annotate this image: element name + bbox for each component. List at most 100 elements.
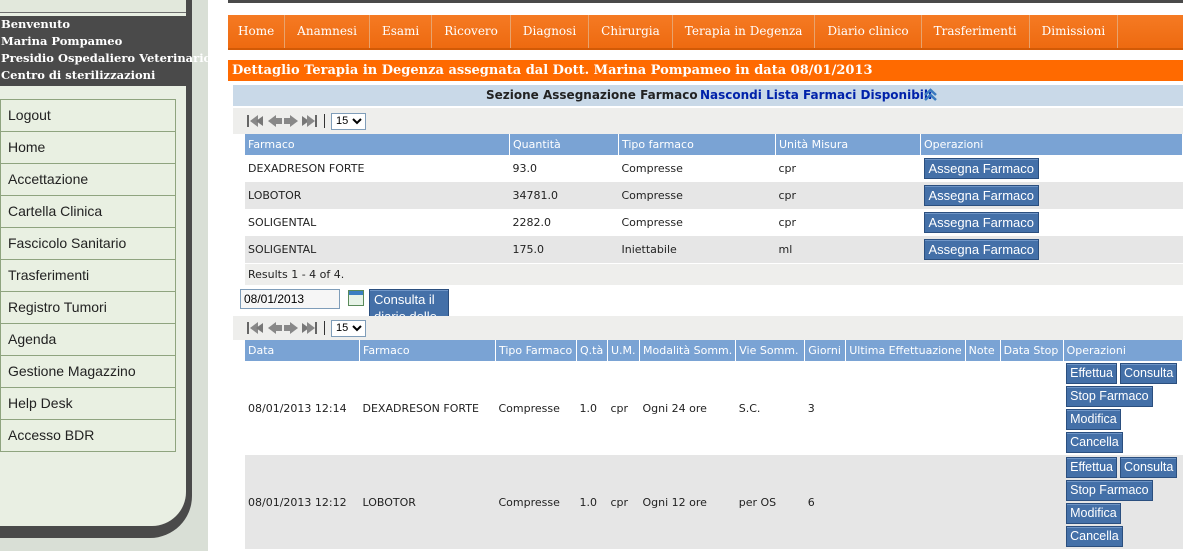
menu-item-trasferimenti[interactable]: Trasferimenti (0, 260, 176, 292)
cell-stop (1000, 361, 1063, 455)
cell-tipo: Compresse (495, 455, 577, 549)
pager-nav-icon[interactable] (246, 113, 318, 129)
welcome-block: Benvenuto Marina Pompameo Presidio Osped… (0, 16, 211, 84)
operations-group: Effettua Consulta Stop Farmaco Modifica … (1066, 455, 1179, 549)
page-size-select[interactable]: 15 (331, 112, 366, 130)
tab-esami[interactable]: Esami (370, 15, 433, 48)
cell-data: 08/01/2013 12:14 (248, 401, 347, 415)
menu-item-fascicolo-sanitario[interactable]: Fascicolo Sanitario (0, 228, 176, 260)
cell-quantita: 93.0 (512, 162, 538, 175)
cell-quantita: 34781.0 (509, 182, 619, 209)
sidebar-menu: Logout Home Accettazione Cartella Clinic… (0, 99, 176, 452)
col-data: Data (245, 340, 360, 361)
tab-ricovero[interactable]: Ricovero (432, 15, 511, 48)
modifica-button[interactable]: Modifica (1066, 503, 1121, 524)
cell-giorni: 6 (804, 455, 846, 549)
pager-farmaci: 15 (246, 111, 366, 131)
sidebar-top-pad (0, 0, 186, 13)
date-field[interactable] (240, 289, 340, 309)
welcome-line: Benvenuto (1, 17, 71, 31)
modifica-button[interactable]: Modifica (1066, 409, 1121, 430)
cancella-button[interactable]: Cancella (1066, 432, 1123, 453)
col-quantita: Quantità (509, 134, 619, 155)
stop-drug-button[interactable]: Stop Farmaco (1066, 480, 1153, 501)
col-operazioni: Operazioni (1063, 340, 1183, 361)
cell-tipo: Compresse (618, 182, 776, 209)
col-unita-misura: Unità Misura (775, 134, 921, 155)
table-row: 08/01/2013 12:14 DEXADRESON FORTE Compre… (245, 361, 1183, 455)
cell-note (965, 361, 1000, 455)
assign-drug-button[interactable]: Assegna Farmaco (923, 239, 1039, 260)
tab-terapia-in-degenza[interactable]: Terapia in Degenza (673, 15, 816, 48)
menu-item-registro-tumori[interactable]: Registro Tumori (0, 292, 176, 324)
menu-item-agenda[interactable]: Agenda (0, 324, 176, 356)
cell-farmaco: DEXADRESON FORTE (248, 162, 365, 175)
cell-tipo: Compresse (498, 401, 560, 415)
col-modalita: Modalità Somm. (639, 340, 737, 361)
cell-farmaco: SOLIGENTAL (245, 236, 510, 263)
col-tipo-farmaco: Tipo Farmaco (495, 340, 577, 361)
assign-drug-button[interactable]: Assegna Farmaco (923, 158, 1039, 179)
page-size-select[interactable]: 15 (331, 319, 366, 337)
cell-qta: 1.0 (576, 455, 608, 549)
calendar-icon[interactable] (348, 290, 364, 306)
menu-item-cartella-clinica[interactable]: Cartella Clinica (0, 196, 176, 228)
cell-stop (1000, 455, 1064, 549)
menu-item-accesso-bdr[interactable]: Accesso BDR (0, 420, 176, 452)
col-data-stop: Data Stop (1000, 340, 1064, 361)
cell-vie: per OS (735, 455, 805, 549)
cell-unita: cpr (778, 162, 797, 175)
cell-farmaco: SOLIGENTAL (248, 216, 317, 229)
tab-chirurgia[interactable]: Chirurgia (589, 15, 673, 48)
table-row: 08/01/2013 12:12 LOBOTOR Compresse 1.0 c… (245, 455, 1183, 549)
collapse-up-icon[interactable] (923, 87, 938, 109)
col-um: U.M. (607, 340, 640, 361)
top-line (228, 0, 1183, 3)
effettua-button[interactable]: Effettua (1066, 363, 1117, 384)
cell-giorni: 3 (807, 401, 815, 415)
operations-group: Effettua Consulta Stop Farmaco Modifica … (1066, 361, 1179, 455)
section-label: Sezione Assegnazione Farmaco (486, 88, 698, 102)
effettua-button[interactable]: Effettua (1066, 457, 1117, 478)
diary-table: Data Farmaco Tipo Farmaco Q.tà U.M. Moda… (245, 340, 1183, 549)
col-giorni: Giorni (804, 340, 847, 361)
tab-anamnesi[interactable]: Anamnesi (285, 15, 370, 48)
user-name: Marina Pompameo (1, 34, 123, 48)
consulta-button[interactable]: Consulta (1119, 457, 1178, 478)
cell-tipo: Compresse (621, 162, 683, 175)
cell-farmaco: LOBOTOR (359, 455, 496, 549)
menu-item-help-desk[interactable]: Help Desk (0, 388, 176, 420)
menu-item-logout[interactable]: Logout (0, 99, 176, 132)
consulta-button[interactable]: Consulta (1119, 363, 1178, 384)
tab-trasferimenti[interactable]: Trasferimenti (922, 15, 1030, 48)
drugs-table: Farmaco Quantità Tipo farmaco Unità Misu… (245, 134, 1183, 263)
assign-drug-button[interactable]: Assegna Farmaco (923, 212, 1039, 233)
table-row: DEXADRESON FORTE 93.0 Compresse cpr Asse… (245, 155, 1183, 182)
cell-unita: cpr (775, 182, 921, 209)
cell-quantita: 175.0 (509, 236, 619, 263)
page-title: Dettaglio Terapia in Degenza assegnata d… (228, 60, 1183, 81)
cancella-button[interactable]: Cancella (1066, 526, 1123, 547)
cell-unita: ml (775, 236, 921, 263)
cell-note (965, 455, 1001, 549)
cell-um: cpr (610, 401, 629, 415)
cell-unita: cpr (778, 216, 797, 229)
tab-home[interactable]: Home (228, 15, 286, 48)
menu-item-home[interactable]: Home (0, 132, 176, 164)
pager-strip (233, 108, 1183, 134)
table-row: LOBOTOR 34781.0 Compresse cpr Assegna Fa… (245, 182, 1183, 209)
col-farmaco: Farmaco (245, 134, 510, 155)
stop-drug-button[interactable]: Stop Farmaco (1066, 386, 1153, 407)
menu-item-accettazione[interactable]: Accettazione (0, 164, 176, 196)
tab-dimissioni[interactable]: Dimissioni (1030, 15, 1119, 48)
hide-drugs-link[interactable]: Nascondi Lista Farmaci Disponibili (700, 85, 932, 106)
pager-nav-icon[interactable] (246, 320, 318, 336)
cell-farmaco: LOBOTOR (245, 182, 510, 209)
cell-farmaco: DEXADRESON FORTE (362, 401, 479, 415)
assign-drug-button[interactable]: Assegna Farmaco (923, 185, 1039, 206)
tab-diario-clinico[interactable]: Diario clinico (815, 15, 922, 48)
nav-bar: Home Anamnesi Esami Ricovero Diagnosi Ch… (228, 15, 1183, 50)
tab-diagnosi[interactable]: Diagnosi (511, 15, 590, 48)
menu-item-gestione-magazzino[interactable]: Gestione Magazzino (0, 356, 176, 388)
results-count: Results 1 - 4 of 4. (245, 264, 1183, 285)
